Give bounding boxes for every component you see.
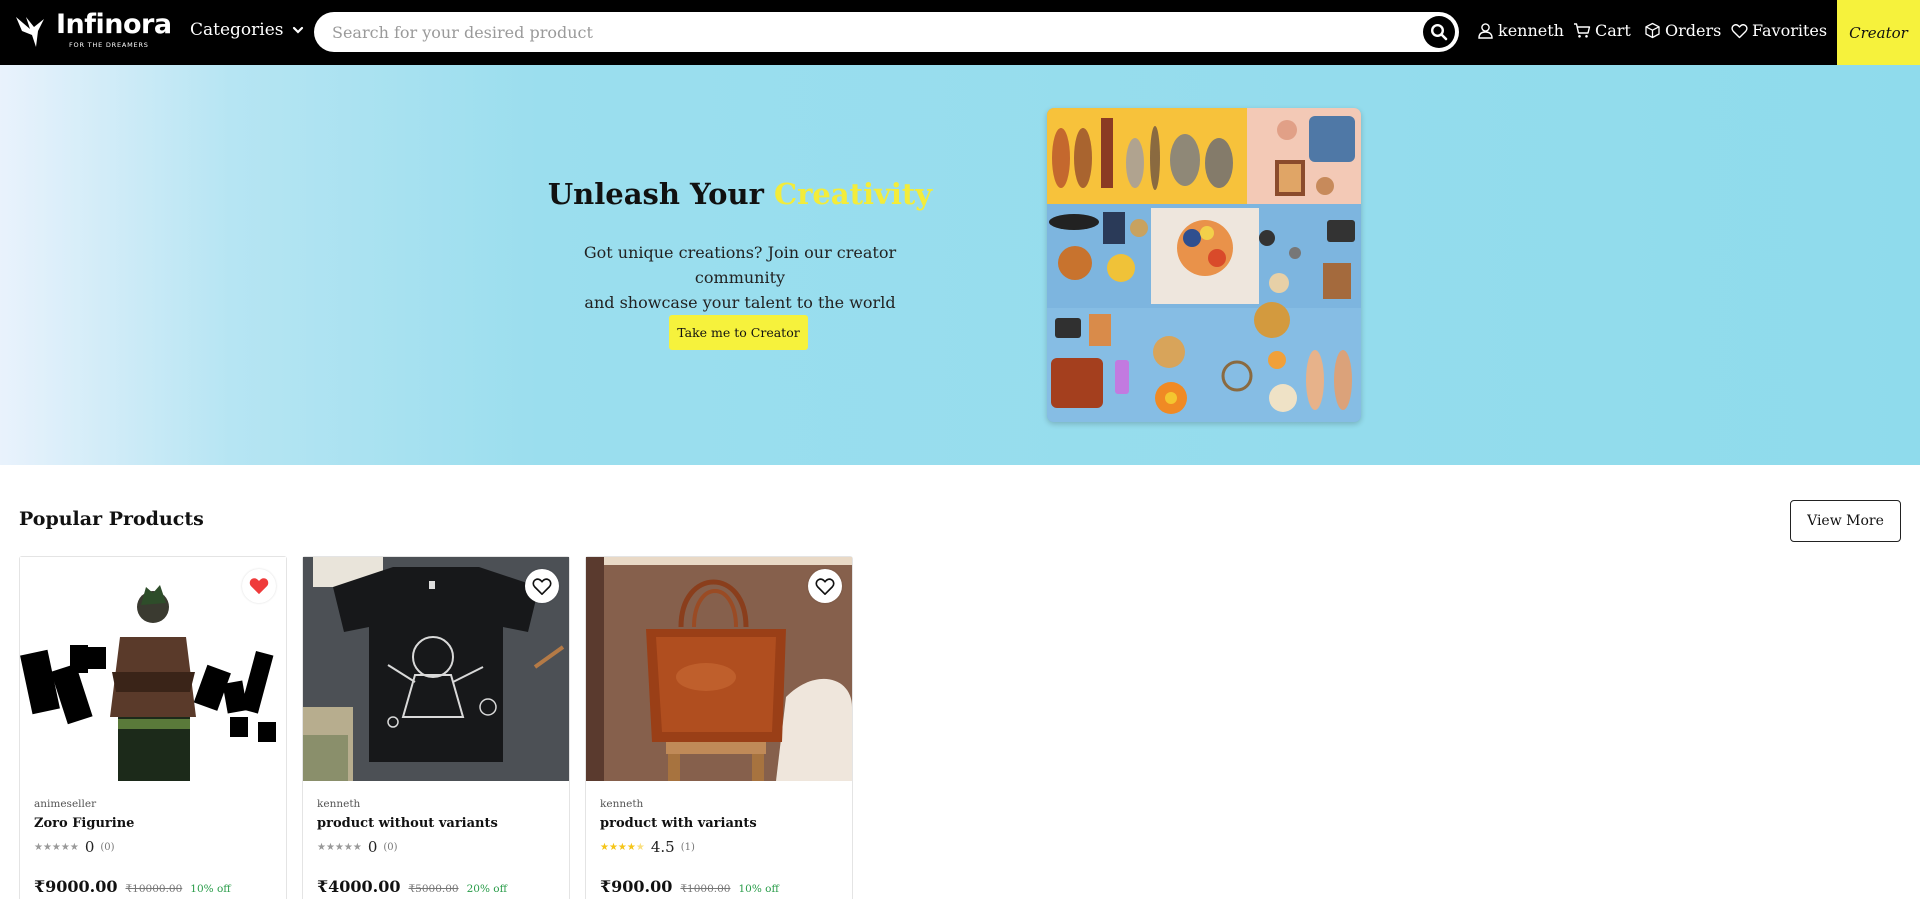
product-price: ₹9000.00 [34,877,118,896]
product-card[interactable]: kenneth product with variants ★★★★★ 4.5 … [585,556,853,899]
product-rating: ★★★★★ 4.5 (1) [600,838,695,856]
product-original-price: ₹1000.00 [680,883,731,895]
brand-tagline: FOR THE DREAMERS [69,41,149,49]
product-original-price: ₹5000.00 [408,883,459,895]
user-icon [1478,23,1493,39]
product-discount: 10% off [738,883,779,895]
star-rating-icon: ★★★★★ [34,841,79,853]
product-rating: ★★★★★ 0 (0) [34,838,115,856]
box-icon [1645,22,1660,39]
star-rating-icon: ★★★★★ [317,841,362,853]
product-seller: animeseller [34,798,97,810]
rating-value: 0 [367,838,378,856]
account-link[interactable]: kenneth [1477,21,1564,40]
cart-link[interactable]: Cart [1573,21,1631,40]
hero-description: Got unique creations? Join our creator c… [540,240,940,315]
search-bar [314,12,1459,52]
user-name: kenneth [1498,21,1564,40]
orders-label: Orders [1665,21,1722,40]
review-count: (0) [100,841,115,853]
hero-collage-image [1047,108,1361,422]
hero-title-prefix: Unleash Your [547,177,764,211]
product-discount: 10% off [190,883,231,895]
cart-icon [1574,23,1591,38]
favorite-button[interactable] [242,569,276,603]
product-seller: kenneth [317,798,361,810]
orders-link[interactable]: Orders [1644,21,1721,40]
product-name[interactable]: Zoro Figurine [34,816,134,831]
categories-dropdown[interactable]: Categories [190,20,304,40]
hero-description-line2: and showcase your talent to the world [584,293,896,312]
product-pricing: ₹9000.00 ₹10000.00 10% off [34,877,231,896]
bird-logo-icon [16,17,44,47]
favorites-label: Favorites [1752,21,1828,40]
product-rating: ★★★★★ 0 (0) [317,838,398,856]
brand-logo[interactable]: Infinora FOR THE DREAMERS [14,9,174,54]
take-me-to-creator-button[interactable]: Take me to Creator [669,315,808,350]
search-input[interactable] [332,12,1392,52]
product-discount: 20% off [466,883,508,895]
rating-value: 4.5 [650,838,675,856]
star-rating-icon: ★★★★★ [600,841,645,853]
search-icon [1430,23,1448,41]
product-card[interactable]: animeseller Zoro Figurine ★★★★★ 0 (0) ₹9… [19,556,287,899]
favorite-button[interactable] [808,569,842,603]
product-price: ₹900.00 [600,877,673,896]
view-more-button[interactable]: View More [1790,500,1901,542]
product-price: ₹4000.00 [317,877,401,896]
top-navbar: Infinora FOR THE DREAMERS Categories ken… [0,0,1920,65]
cart-label: Cart [1595,21,1631,40]
product-pricing: ₹900.00 ₹1000.00 10% off [600,877,779,896]
chevron-down-icon [292,26,303,34]
hero-description-line1: Got unique creations? Join our creator c… [583,243,897,287]
heart-outline-icon [532,577,552,595]
product-name[interactable]: product with variants [600,816,757,831]
heart-filled-icon [249,578,269,595]
product-card[interactable]: kenneth product without variants ★★★★★ 0… [302,556,570,899]
product-pricing: ₹4000.00 ₹5000.00 20% off [317,877,507,896]
hero-banner: Unleash Your Creativity Got unique creat… [0,65,1920,465]
brand-name: Infinora [56,9,172,40]
popular-products-heading: Popular Products [19,508,204,530]
review-count: (1) [680,841,695,853]
product-name[interactable]: product without variants [317,816,498,831]
favorites-link[interactable]: Favorites [1731,21,1827,40]
product-original-price: ₹10000.00 [125,883,183,895]
favorite-button[interactable] [525,569,559,603]
hero-title: Unleash Your Creativity [540,177,940,211]
hero-title-accent: Creativity [774,177,933,211]
heart-outline-icon [815,577,835,595]
categories-label: Categories [190,20,284,40]
search-button[interactable] [1423,16,1455,48]
rating-value: 0 [84,838,95,856]
product-seller: kenneth [600,798,644,810]
creator-button[interactable]: Creator [1837,0,1920,65]
review-count: (0) [383,841,398,853]
heart-icon [1731,23,1748,38]
